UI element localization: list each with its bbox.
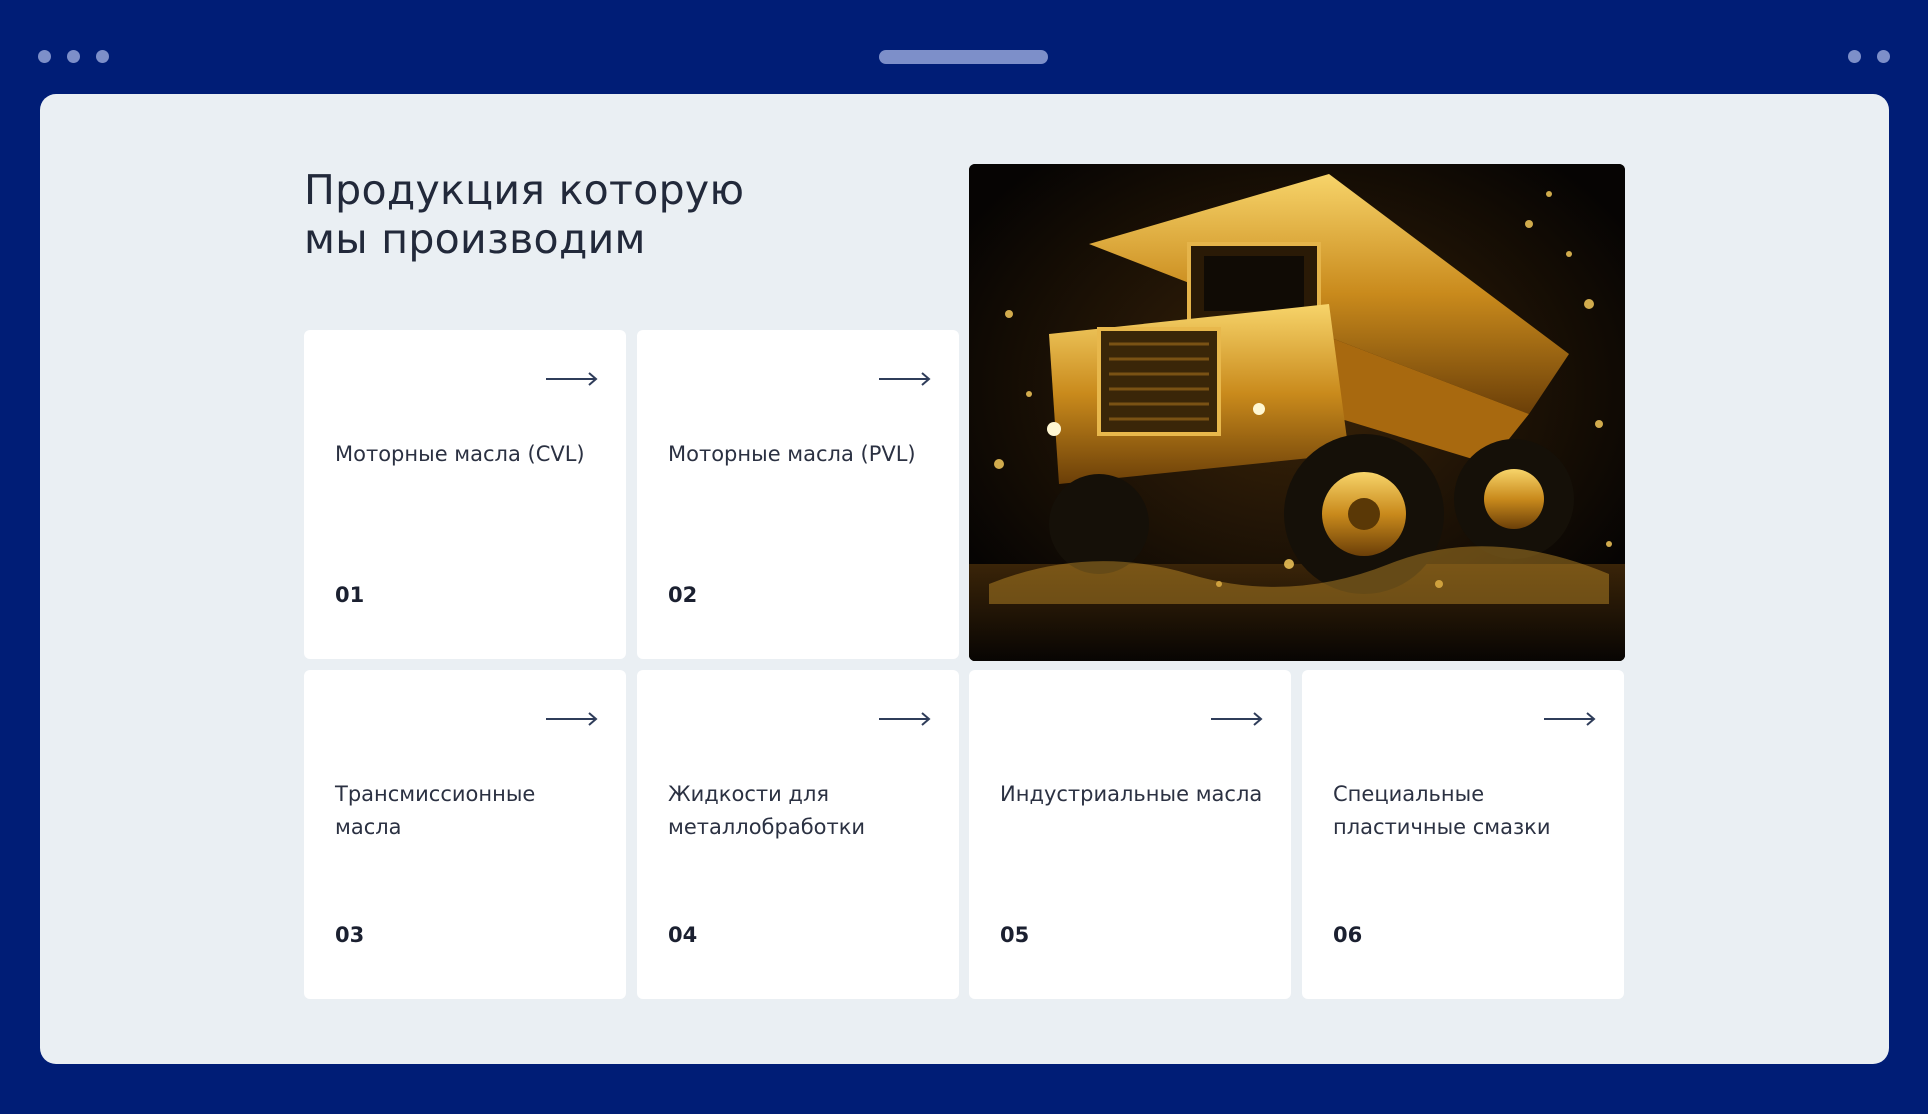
arrow-right-icon [1211, 712, 1263, 726]
product-card-motor-oils-cvl[interactable]: Моторные масла (CVL) 01 [304, 330, 626, 659]
arrow-right-icon [546, 712, 598, 726]
page-viewport: Продукция которую мы производим Моторные… [40, 94, 1889, 1064]
section-title-line: мы производим [304, 215, 646, 263]
window-dot[interactable] [1877, 50, 1890, 63]
product-card-label: Моторные масла (CVL) [335, 442, 585, 466]
product-card-number: 06 [1333, 923, 1363, 947]
product-card-label: Индустриальные масла [1000, 782, 1263, 806]
browser-frame: Продукция которую мы производим Моторные… [0, 0, 1928, 1114]
window-dot[interactable] [67, 50, 80, 63]
product-card-number: 02 [668, 583, 698, 607]
product-card-special-greases[interactable]: Специальные пластичные смазки 06 [1302, 670, 1624, 999]
window-controls [38, 50, 109, 63]
address-bar[interactable] [879, 50, 1048, 64]
arrow-right-icon [879, 712, 931, 726]
section-title: Продукция которую мы производим [304, 166, 864, 264]
arrow-right-icon [546, 372, 598, 386]
product-card-industrial-oils[interactable]: Индустриальные масла 05 [969, 670, 1291, 999]
window-dot[interactable] [1848, 50, 1861, 63]
window-menu [1848, 50, 1890, 63]
product-card-transmission-oils[interactable]: Трансмиссионные масла 03 [304, 670, 626, 999]
product-card-motor-oils-pvl[interactable]: Моторные масла (PVL) 02 [637, 330, 959, 659]
window-dot[interactable] [38, 50, 51, 63]
product-card-label: Моторные масла (PVL) [668, 442, 916, 466]
hero-image-mining-truck [969, 164, 1625, 661]
arrow-right-icon [1544, 712, 1596, 726]
product-card-number: 04 [668, 923, 698, 947]
window-dot[interactable] [96, 50, 109, 63]
product-card-number: 01 [335, 583, 365, 607]
arrow-right-icon [879, 372, 931, 386]
product-card-number: 05 [1000, 923, 1030, 947]
product-card-number: 03 [335, 923, 365, 947]
product-card-label: Трансмиссионные масла [335, 782, 536, 839]
product-card-metalworking-fluids[interactable]: Жидкости для металлобработки 04 [637, 670, 959, 999]
section-title-line: Продукция которую [304, 166, 745, 214]
truck-illustration [969, 164, 1625, 661]
product-card-label: Жидкости для металлобработки [668, 782, 866, 839]
product-card-label: Специальные пластичные смазки [1333, 782, 1551, 839]
